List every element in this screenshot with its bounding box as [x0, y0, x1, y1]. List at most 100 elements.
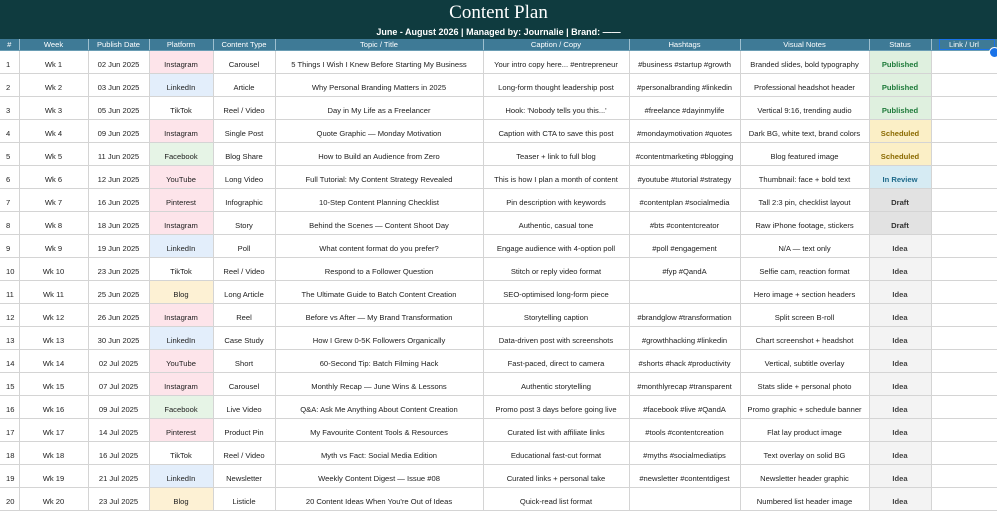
publish-date-cell[interactable]: 25 Jun 2025	[88, 280, 150, 304]
link-cell[interactable]	[931, 119, 997, 143]
link-cell[interactable]	[931, 257, 997, 281]
caption-cell[interactable]: Authentic, casual tone	[483, 211, 630, 235]
hashtags-cell[interactable]: #monthlyrecap #transparent	[629, 372, 741, 396]
link-cell[interactable]	[931, 280, 997, 304]
content-type-cell[interactable]: Story	[213, 211, 276, 235]
caption-cell[interactable]: Long-form thought leadership post	[483, 73, 630, 97]
platform-cell[interactable]: Blog	[149, 487, 214, 511]
caption-cell[interactable]: Your intro copy here... #entrepreneur	[483, 50, 630, 74]
hashtags-cell[interactable]: #fyp #QandA	[629, 257, 741, 281]
caption-cell[interactable]: SEO-optimised long-form piece	[483, 280, 630, 304]
content-type-cell[interactable]: Reel / Video	[213, 96, 276, 120]
visual-notes-cell[interactable]: Text overlay on solid BG	[740, 441, 870, 465]
platform-cell[interactable]: YouTube	[149, 165, 214, 189]
status-cell[interactable]: Idea	[869, 326, 932, 350]
week-cell[interactable]: Wk 17	[19, 418, 89, 442]
week-cell[interactable]: Wk 13	[19, 326, 89, 350]
caption-cell[interactable]: Authentic storytelling	[483, 372, 630, 396]
content-type-cell[interactable]: Blog Share	[213, 142, 276, 166]
row-number-cell[interactable]: 10	[0, 257, 20, 281]
row-number-cell[interactable]: 15	[0, 372, 20, 396]
publish-date-cell[interactable]: 02 Jul 2025	[88, 349, 150, 373]
link-cell[interactable]	[931, 464, 997, 488]
platform-cell[interactable]: LinkedIn	[149, 326, 214, 350]
link-cell[interactable]	[931, 142, 997, 166]
visual-notes-cell[interactable]: Chart screenshot + headshot	[740, 326, 870, 350]
row-number-cell[interactable]: 5	[0, 142, 20, 166]
publish-date-cell[interactable]: 05 Jun 2025	[88, 96, 150, 120]
platform-cell[interactable]: Instagram	[149, 211, 214, 235]
status-cell[interactable]: Published	[869, 96, 932, 120]
topic-cell[interactable]: 5 Things I Wish I Knew Before Starting M…	[275, 50, 484, 74]
topic-cell[interactable]: Myth vs Fact: Social Media Edition	[275, 441, 484, 465]
hashtags-cell[interactable]: #mondaymotivation #quotes	[629, 119, 741, 143]
caption-cell[interactable]: Fast-paced, direct to camera	[483, 349, 630, 373]
row-number-cell[interactable]: 3	[0, 96, 20, 120]
publish-date-cell[interactable]: 09 Jul 2025	[88, 395, 150, 419]
visual-notes-cell[interactable]: Vertical 9:16, trending audio	[740, 96, 870, 120]
caption-cell[interactable]: This is how I plan a month of content	[483, 165, 630, 189]
hashtags-cell[interactable]	[629, 280, 741, 304]
week-cell[interactable]: Wk 2	[19, 73, 89, 97]
publish-date-cell[interactable]: 03 Jun 2025	[88, 73, 150, 97]
platform-cell[interactable]: Blog	[149, 280, 214, 304]
publish-date-cell[interactable]: 21 Jul 2025	[88, 464, 150, 488]
hashtags-cell[interactable]: #freelance #dayinmylife	[629, 96, 741, 120]
hashtags-cell[interactable]: #growthhacking #linkedin	[629, 326, 741, 350]
status-cell[interactable]: Idea	[869, 280, 932, 304]
row-number-cell[interactable]: 12	[0, 303, 20, 327]
hashtags-cell[interactable]: #facebook #live #QandA	[629, 395, 741, 419]
visual-notes-cell[interactable]: Flat lay product image	[740, 418, 870, 442]
visual-notes-cell[interactable]: Split screen B-roll	[740, 303, 870, 327]
col-header-hashtags[interactable]: Hashtags	[629, 39, 741, 51]
topic-cell[interactable]: Respond to a Follower Question	[275, 257, 484, 281]
topic-cell[interactable]: Q&A: Ask Me Anything About Content Creat…	[275, 395, 484, 419]
col-header-content-type[interactable]: Content Type	[213, 39, 276, 51]
row-number-cell[interactable]: 13	[0, 326, 20, 350]
link-cell[interactable]	[931, 349, 997, 373]
content-type-cell[interactable]: Reel	[213, 303, 276, 327]
hashtags-cell[interactable]: #myths #socialmediatips	[629, 441, 741, 465]
row-number-cell[interactable]: 19	[0, 464, 20, 488]
row-number-cell[interactable]: 14	[0, 349, 20, 373]
row-number-cell[interactable]: 16	[0, 395, 20, 419]
status-cell[interactable]: Idea	[869, 349, 932, 373]
link-cell[interactable]	[931, 418, 997, 442]
topic-cell[interactable]: Before vs After — My Brand Transformatio…	[275, 303, 484, 327]
platform-cell[interactable]: Instagram	[149, 372, 214, 396]
caption-cell[interactable]: Stitch or reply video format	[483, 257, 630, 281]
row-number-cell[interactable]: 8	[0, 211, 20, 235]
topic-cell[interactable]: 60-Second Tip: Batch Filming Hack	[275, 349, 484, 373]
hashtags-cell[interactable]: #brandglow #transformation	[629, 303, 741, 327]
row-number-cell[interactable]: 7	[0, 188, 20, 212]
caption-cell[interactable]: Pin description with keywords	[483, 188, 630, 212]
row-number-cell[interactable]: 20	[0, 487, 20, 511]
publish-date-cell[interactable]: 23 Jun 2025	[88, 257, 150, 281]
status-cell[interactable]: Draft	[869, 211, 932, 235]
publish-date-cell[interactable]: 30 Jun 2025	[88, 326, 150, 350]
status-cell[interactable]: Published	[869, 50, 932, 74]
row-number-cell[interactable]: 4	[0, 119, 20, 143]
status-cell[interactable]: Scheduled	[869, 142, 932, 166]
visual-notes-cell[interactable]: Vertical, subtitle overlay	[740, 349, 870, 373]
topic-cell[interactable]: How I Grew 0-5K Followers Organically	[275, 326, 484, 350]
col-header-visual-notes[interactable]: Visual Notes	[740, 39, 870, 51]
topic-cell[interactable]: What content format do you prefer?	[275, 234, 484, 258]
status-cell[interactable]: Idea	[869, 418, 932, 442]
hashtags-cell[interactable]: #tools #contentcreation	[629, 418, 741, 442]
content-type-cell[interactable]: Product Pin	[213, 418, 276, 442]
caption-cell[interactable]: Promo post 3 days before going live	[483, 395, 630, 419]
link-cell[interactable]	[931, 395, 997, 419]
platform-cell[interactable]: Pinterest	[149, 188, 214, 212]
platform-cell[interactable]: LinkedIn	[149, 234, 214, 258]
publish-date-cell[interactable]: 09 Jun 2025	[88, 119, 150, 143]
topic-cell[interactable]: Monthly Recap — June Wins & Lessons	[275, 372, 484, 396]
col-header-publish-date[interactable]: Publish Date	[88, 39, 150, 51]
publish-date-cell[interactable]: 18 Jun 2025	[88, 211, 150, 235]
topic-cell[interactable]: The Ultimate Guide to Batch Content Crea…	[275, 280, 484, 304]
week-cell[interactable]: Wk 3	[19, 96, 89, 120]
visual-notes-cell[interactable]: Numbered list header image	[740, 487, 870, 511]
publish-date-cell[interactable]: 02 Jun 2025	[88, 50, 150, 74]
platform-cell[interactable]: Facebook	[149, 395, 214, 419]
publish-date-cell[interactable]: 19 Jun 2025	[88, 234, 150, 258]
